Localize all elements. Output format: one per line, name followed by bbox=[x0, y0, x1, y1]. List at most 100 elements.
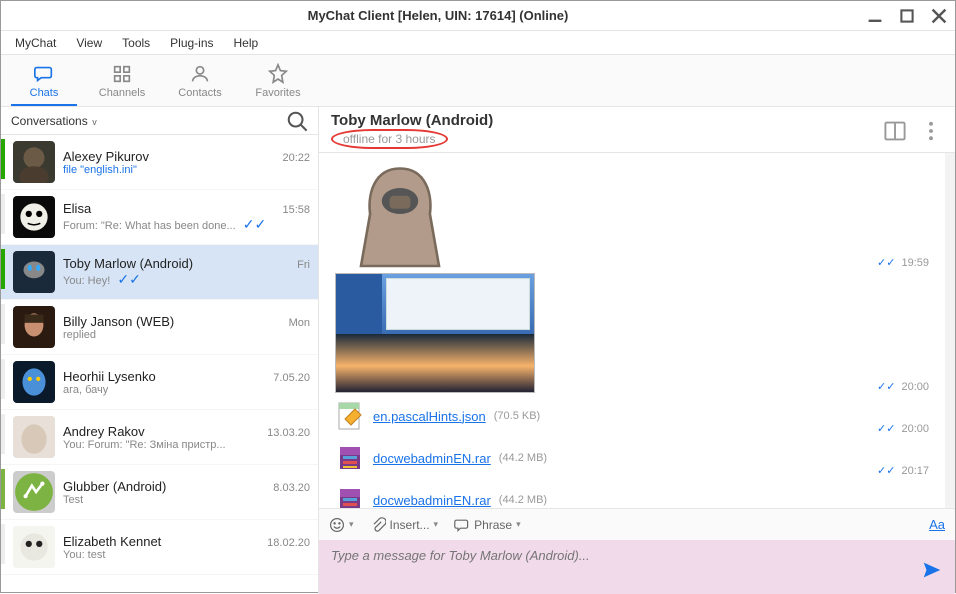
conversation-time: 13.03.20 bbox=[267, 427, 310, 439]
minimize-button[interactable] bbox=[867, 8, 883, 24]
status-indicator bbox=[1, 414, 5, 454]
menu-view[interactable]: View bbox=[68, 34, 110, 52]
menu-mychat[interactable]: MyChat bbox=[7, 34, 64, 52]
status-indicator bbox=[1, 139, 5, 179]
tab-favorites-label: Favorites bbox=[255, 87, 300, 99]
conversation-preview: Test bbox=[63, 494, 310, 506]
message-file-row: docwebadminEN.rar (44.2 MB) ✓✓20:18 bbox=[329, 481, 929, 508]
window-title: MyChat Client [Helen, UIN: 17614] (Onlin… bbox=[9, 8, 867, 23]
message-time: 19:59 bbox=[901, 257, 929, 269]
conversation-time: 8.03.20 bbox=[273, 482, 310, 494]
conversation-item[interactable]: Andrey Rakov 13.03.20 You: Forum: "Re: Зм… bbox=[1, 410, 318, 465]
message-list[interactable]: ✓✓19:59 ✓✓20:00 en.pascalHints.json (70.… bbox=[319, 153, 955, 508]
conversation-preview: You: Hey! ✓✓ bbox=[63, 271, 310, 288]
avatar bbox=[13, 471, 55, 513]
titlebar: MyChat Client [Helen, UIN: 17614] (Onlin… bbox=[1, 1, 955, 31]
read-receipt-icon: ✓✓ bbox=[877, 506, 895, 508]
message-input[interactable] bbox=[331, 548, 921, 563]
avatar bbox=[13, 361, 55, 403]
menu-tools[interactable]: Tools bbox=[114, 34, 158, 52]
contact-name: Toby Marlow (Android) bbox=[63, 256, 193, 271]
file-size: (44.2 MB) bbox=[499, 494, 547, 506]
file-icon bbox=[335, 485, 365, 508]
window-controls bbox=[867, 8, 947, 24]
tab-chats[interactable]: Chats bbox=[5, 55, 83, 106]
file-link[interactable]: docwebadminEN.rar bbox=[373, 493, 491, 508]
conversation-item[interactable]: Billy Janson (WEB)Mon replied bbox=[1, 300, 318, 355]
channels-icon bbox=[111, 63, 133, 85]
contacts-icon bbox=[189, 63, 211, 85]
file-link[interactable]: en.pascalHints.json bbox=[373, 409, 486, 424]
conversation-preview: Forum: "Re: What has been done... ✓✓ bbox=[63, 216, 310, 233]
tab-favorites[interactable]: Favorites bbox=[239, 55, 317, 106]
split-view-button[interactable] bbox=[883, 119, 907, 143]
file-link[interactable]: docwebadminEN.rar bbox=[373, 451, 491, 466]
search-button[interactable] bbox=[286, 110, 308, 132]
conversation-time: 15:58 bbox=[282, 204, 310, 216]
message-screenshot-row: ✓✓ 20:00 bbox=[329, 273, 929, 393]
conversation-time: Fri bbox=[297, 259, 310, 271]
status-indicator bbox=[1, 194, 5, 234]
more-button[interactable] bbox=[919, 119, 943, 143]
send-button[interactable] bbox=[921, 559, 943, 584]
chat-status: offline for 3 hours bbox=[331, 129, 448, 149]
message-time: 20:00 bbox=[901, 381, 929, 393]
maximize-button[interactable] bbox=[899, 8, 915, 24]
close-button[interactable] bbox=[931, 8, 947, 24]
main-area: Conversations v Alexey Pikurov20:22 file… bbox=[1, 107, 955, 594]
conversation-time: Mon bbox=[289, 317, 310, 329]
message-file-row: en.pascalHints.json (70.5 KB) ✓✓20:00 bbox=[329, 397, 929, 435]
conversation-item[interactable]: Heorhii Lysenko7.05.20 ага, бачу bbox=[1, 355, 318, 410]
phrase-button[interactable]: Phrase▾ bbox=[454, 517, 521, 533]
tab-channels-label: Channels bbox=[99, 87, 145, 99]
read-receipt-icon: ✓✓ bbox=[877, 256, 895, 269]
tab-channels[interactable]: Channels bbox=[83, 55, 161, 106]
menu-help[interactable]: Help bbox=[226, 34, 267, 52]
contact-name: Heorhii Lysenko bbox=[63, 369, 156, 384]
file-size: (44.2 MB) bbox=[499, 452, 547, 464]
contact-name: Andrey Rakov bbox=[63, 424, 145, 439]
avatar bbox=[13, 141, 55, 183]
conversation-item[interactable]: Elizabeth Kennet18.02.20 You: test bbox=[1, 520, 318, 575]
tab-contacts-label: Contacts bbox=[178, 87, 221, 99]
avatar bbox=[13, 306, 55, 348]
favorites-icon bbox=[267, 63, 289, 85]
screenshot-thumbnail[interactable] bbox=[335, 273, 535, 393]
read-receipt-icon: ✓✓ bbox=[877, 422, 895, 435]
avatar bbox=[13, 526, 55, 568]
file-icon bbox=[335, 443, 365, 473]
conversation-preview: You: Forum: "Re: Зміна пристр... bbox=[63, 439, 310, 451]
status-indicator bbox=[1, 304, 5, 344]
message-file-row: docwebadminEN.rar (44.2 MB) ✓✓20:17 bbox=[329, 439, 929, 477]
emoji-button[interactable]: ▾ bbox=[329, 517, 354, 533]
formatting-button[interactable]: Aa bbox=[929, 517, 945, 532]
contact-name: Billy Janson (WEB) bbox=[63, 314, 174, 329]
status-indicator bbox=[1, 469, 5, 509]
contact-name: Elisa bbox=[63, 201, 91, 216]
conversation-item[interactable]: Glubber (Android)8.03.20 Test bbox=[1, 465, 318, 520]
message-sticker-row: ✓✓ 19:59 bbox=[329, 159, 929, 269]
scrollbar-thumb[interactable] bbox=[945, 409, 955, 494]
tab-contacts[interactable]: Contacts bbox=[161, 55, 239, 106]
conversation-item[interactable]: Elisa 15:58 Forum: "Re: What has been don… bbox=[1, 190, 318, 245]
chat-header: Toby Marlow (Android) offline for 3 hour… bbox=[319, 107, 955, 153]
toolbar: Chats Channels Contacts Favorites bbox=[1, 55, 955, 107]
file-icon bbox=[335, 401, 365, 431]
menubar: MyChat View Tools Plug-ins Help bbox=[1, 31, 955, 55]
menu-plugins[interactable]: Plug-ins bbox=[162, 34, 221, 52]
read-receipt-icon: ✓✓ bbox=[877, 380, 895, 393]
contact-name: Alexey Pikurov bbox=[63, 149, 149, 164]
composer bbox=[319, 540, 955, 594]
conversation-list[interactable]: Alexey Pikurov20:22 file "english.ini" E… bbox=[1, 135, 318, 594]
tab-chats-label: Chats bbox=[30, 87, 59, 99]
sticker-image bbox=[335, 159, 465, 269]
conversation-time: 7.05.20 bbox=[273, 372, 310, 384]
conversation-preview: You: test bbox=[63, 549, 310, 561]
avatar bbox=[13, 251, 55, 293]
conversation-item[interactable]: Alexey Pikurov20:22 file "english.ini" bbox=[1, 135, 318, 190]
conversations-title[interactable]: Conversations v bbox=[11, 114, 286, 128]
conversation-item[interactable]: Toby Marlow (Android) Fri You: Hey! ✓✓ bbox=[1, 245, 318, 300]
read-receipt-icon: ✓✓ bbox=[877, 464, 895, 477]
message-time: 20:00 bbox=[901, 423, 929, 435]
attach-button[interactable]: Insert...▾ bbox=[370, 517, 439, 533]
